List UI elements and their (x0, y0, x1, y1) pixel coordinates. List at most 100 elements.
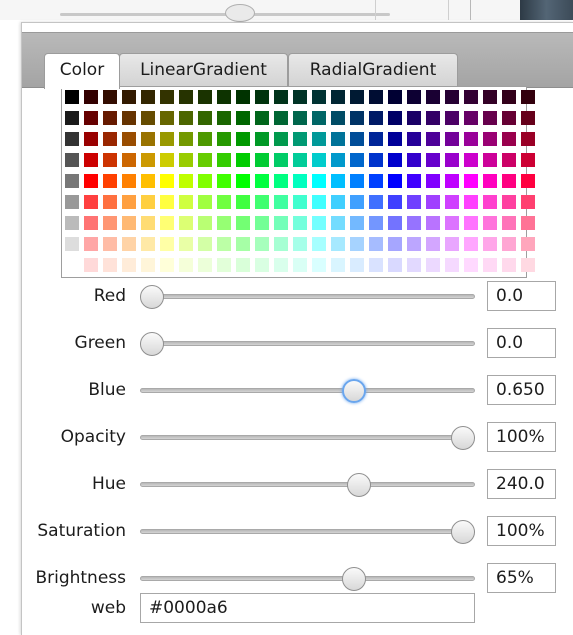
color-swatch[interactable] (274, 216, 288, 230)
green-slider-knob[interactable] (140, 332, 164, 356)
color-swatch[interactable] (65, 153, 79, 167)
color-swatch[interactable] (122, 90, 136, 104)
color-swatch[interactable] (141, 153, 155, 167)
color-swatch[interactable] (331, 258, 345, 272)
color-swatch[interactable] (217, 111, 231, 125)
color-swatch[interactable] (407, 153, 421, 167)
color-swatch[interactable] (369, 132, 383, 146)
color-swatch[interactable] (445, 153, 459, 167)
color-swatch[interactable] (521, 90, 535, 104)
color-swatch[interactable] (122, 258, 136, 272)
color-swatch[interactable] (217, 195, 231, 209)
color-swatch[interactable] (331, 111, 345, 125)
color-swatch[interactable] (369, 174, 383, 188)
color-swatch[interactable] (160, 216, 174, 230)
color-swatch[interactable] (122, 195, 136, 209)
color-swatch[interactable] (65, 237, 79, 251)
color-swatch[interactable] (217, 237, 231, 251)
color-swatch[interactable] (445, 258, 459, 272)
color-swatch[interactable] (103, 90, 117, 104)
color-swatch[interactable] (84, 258, 98, 272)
color-swatch[interactable] (255, 195, 269, 209)
color-swatch[interactable] (331, 237, 345, 251)
color-swatch[interactable] (483, 132, 497, 146)
color-swatch[interactable] (274, 237, 288, 251)
color-swatch[interactable] (388, 153, 402, 167)
color-swatch[interactable] (388, 174, 402, 188)
opacity-value-field[interactable]: 100% (487, 422, 556, 452)
color-swatch[interactable] (65, 174, 79, 188)
color-swatch[interactable] (464, 90, 478, 104)
tab-linear-gradient[interactable]: LinearGradient (119, 53, 288, 88)
color-swatch[interactable] (274, 258, 288, 272)
color-swatch[interactable] (502, 132, 516, 146)
color-swatch[interactable] (407, 132, 421, 146)
color-swatch[interactable] (255, 153, 269, 167)
color-swatch[interactable] (369, 90, 383, 104)
color-swatch[interactable] (122, 153, 136, 167)
color-swatch[interactable] (331, 174, 345, 188)
color-swatch[interactable] (179, 237, 193, 251)
color-swatch[interactable] (293, 174, 307, 188)
color-swatch[interactable] (331, 195, 345, 209)
color-swatch[interactable] (255, 258, 269, 272)
color-swatch[interactable] (179, 90, 193, 104)
color-swatch[interactable] (255, 132, 269, 146)
color-swatch[interactable] (198, 195, 212, 209)
color-swatch[interactable] (502, 237, 516, 251)
color-swatch[interactable] (312, 132, 326, 146)
color-swatch[interactable] (331, 216, 345, 230)
color-swatch[interactable] (255, 174, 269, 188)
color-swatch[interactable] (407, 237, 421, 251)
color-swatch[interactable] (407, 111, 421, 125)
color-swatch[interactable] (388, 216, 402, 230)
color-swatch[interactable] (103, 153, 117, 167)
color-swatch[interactable] (521, 258, 535, 272)
color-swatch[interactable] (426, 111, 440, 125)
color-swatch[interactable] (369, 258, 383, 272)
color-swatch[interactable] (502, 90, 516, 104)
color-swatch[interactable] (464, 132, 478, 146)
color-swatch[interactable] (198, 90, 212, 104)
color-swatch[interactable] (464, 216, 478, 230)
color-swatch[interactable] (502, 153, 516, 167)
color-swatch[interactable] (350, 90, 364, 104)
color-swatch[interactable] (141, 90, 155, 104)
hue-slider-track[interactable] (140, 482, 475, 487)
color-swatch[interactable] (502, 258, 516, 272)
color-swatch[interactable] (122, 216, 136, 230)
color-swatch[interactable] (407, 174, 421, 188)
color-swatch[interactable] (388, 111, 402, 125)
color-swatch[interactable] (236, 237, 250, 251)
color-swatch[interactable] (65, 258, 79, 272)
color-swatch[interactable] (464, 174, 478, 188)
color-swatch[interactable] (312, 111, 326, 125)
color-swatch[interactable] (483, 174, 497, 188)
color-swatch[interactable] (179, 258, 193, 272)
color-swatch[interactable] (293, 153, 307, 167)
color-swatch[interactable] (426, 237, 440, 251)
color-swatch[interactable] (369, 111, 383, 125)
color-swatch[interactable] (236, 216, 250, 230)
color-swatch[interactable] (350, 195, 364, 209)
color-swatch[interactable] (198, 132, 212, 146)
green-slider-track[interactable] (140, 341, 475, 346)
color-swatch[interactable] (426, 174, 440, 188)
color-swatch[interactable] (160, 258, 174, 272)
color-swatch[interactable] (483, 195, 497, 209)
blue-value-field[interactable]: 0.650 (487, 375, 556, 405)
color-swatch[interactable] (179, 216, 193, 230)
color-swatch[interactable] (426, 90, 440, 104)
color-swatch[interactable] (293, 237, 307, 251)
color-swatch[interactable] (179, 153, 193, 167)
brightness-slider-knob[interactable] (342, 567, 367, 591)
color-swatch[interactable] (483, 153, 497, 167)
brightness-slider-track[interactable] (140, 576, 475, 581)
color-swatch[interactable] (445, 174, 459, 188)
color-swatch[interactable] (312, 195, 326, 209)
color-swatch[interactable] (350, 153, 364, 167)
color-swatch[interactable] (445, 132, 459, 146)
color-swatch[interactable] (122, 174, 136, 188)
color-swatch[interactable] (369, 216, 383, 230)
red-value-field[interactable]: 0.0 (487, 281, 556, 311)
